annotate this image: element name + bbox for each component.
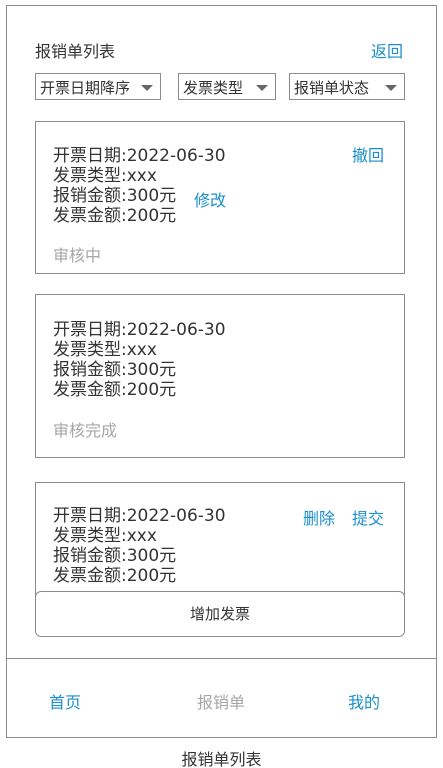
card-details: 开票日期:2022-06-30 发票类型:xxx 报销金额:300元 发票金额:… (53, 320, 226, 400)
invoice-date-text: 开票日期:2022-06-30 (53, 506, 226, 526)
invoice-type-text: 发票类型:xxx (53, 526, 157, 546)
withdraw-button[interactable]: 撤回 (352, 142, 384, 166)
page-title: 报销单列表 (35, 42, 116, 61)
tab-mine[interactable]: 我的 (348, 689, 380, 713)
chevron-down-icon (256, 85, 268, 91)
edit-button[interactable]: 修改 (194, 187, 226, 211)
report-card[interactable]: 开票日期:2022-06-30 发票类型:xxx 报销金额:300元 发票金额:… (35, 121, 405, 274)
chevron-down-icon (141, 85, 153, 91)
invoice-type-label: 发票类型 (183, 79, 244, 97)
back-link[interactable]: 返回 (371, 38, 403, 62)
invoice-date-text: 开票日期:2022-06-30 (53, 320, 226, 340)
invoice-amount-text: 发票金额:200元 (53, 380, 177, 400)
report-card[interactable]: 开票日期:2022-06-30 发票类型:xxx 报销金额:300元 发票金额:… (35, 482, 405, 602)
card-details: 开票日期:2022-06-30 发票类型:xxx 报销金额:300元 发票金额:… (53, 506, 226, 586)
date-sort-dropdown[interactable]: 开票日期降序 (35, 73, 161, 100)
tabbar-divider (6, 658, 437, 659)
card-details: 开票日期:2022-06-30 发票类型:xxx 报销金额:300元 发票金额:… (53, 146, 226, 226)
tab-reimburse[interactable]: 报销单 (197, 689, 245, 713)
report-status-dropdown[interactable]: 报销单状态 (289, 73, 405, 100)
invoice-type-dropdown[interactable]: 发票类型 (178, 73, 276, 100)
delete-button[interactable]: 删除 (303, 505, 335, 529)
status-badge: 审核完成 (53, 421, 118, 440)
reimburse-amount-text: 报销金额:300元 (53, 546, 177, 566)
report-status-label: 报销单状态 (294, 79, 370, 97)
add-invoice-button[interactable]: 增加发票 (35, 591, 405, 637)
status-badge: 审核中 (53, 246, 102, 265)
date-sort-label: 开票日期降序 (40, 79, 131, 97)
invoice-type-text: 发票类型:xxx (53, 166, 157, 186)
tab-home[interactable]: 首页 (49, 689, 81, 713)
submit-button[interactable]: 提交 (352, 505, 384, 529)
report-card[interactable]: 开票日期:2022-06-30 发票类型:xxx 报销金额:300元 发票金额:… (35, 294, 405, 458)
reimburse-amount-text: 报销金额:300元 (53, 360, 177, 380)
invoice-date-text: 开票日期:2022-06-30 (53, 146, 226, 166)
screen-caption: 报销单列表 (181, 750, 262, 768)
invoice-amount-text: 发票金额:200元 (53, 566, 177, 586)
invoice-type-text: 发票类型:xxx (53, 340, 157, 360)
chevron-down-icon (385, 85, 397, 91)
